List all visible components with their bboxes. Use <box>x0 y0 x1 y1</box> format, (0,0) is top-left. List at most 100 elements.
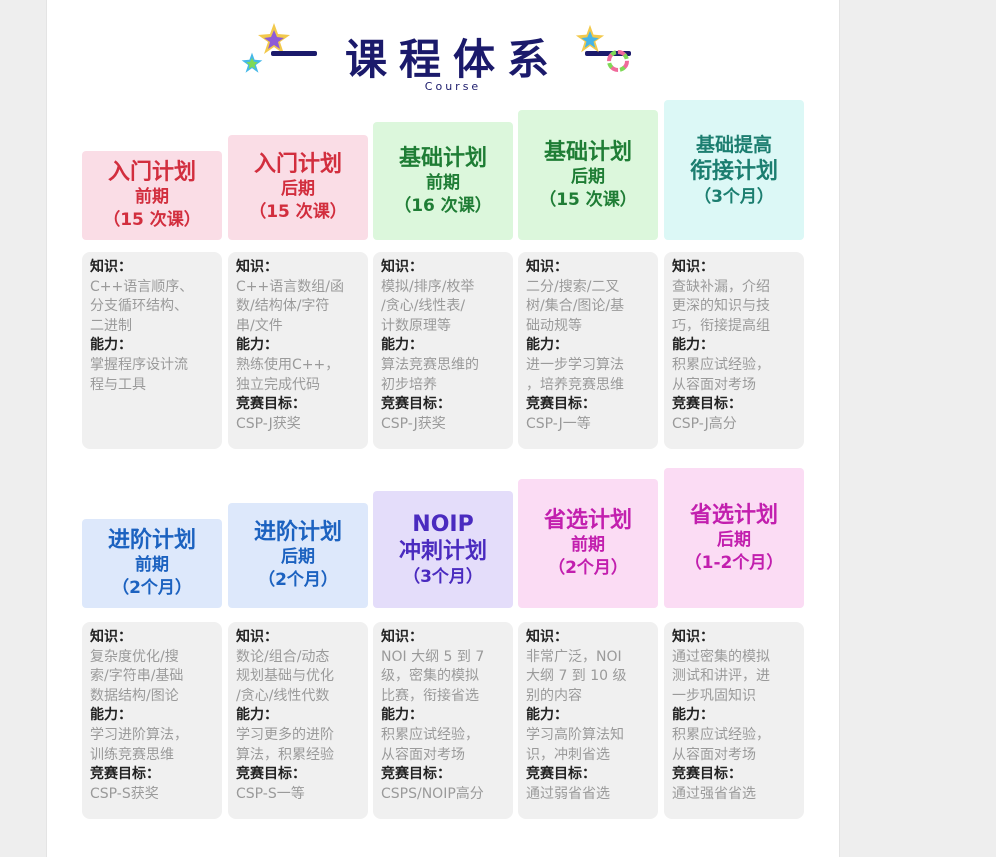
knowledge-line: 大纲 7 到 10 级 <box>526 668 627 685</box>
plan-card: 知识： C++语言顺序、 分支循环结构、 二进制 能力： 掌握程序设计流 程与工… <box>82 252 222 449</box>
goal-line: CSP-J获奖 <box>381 415 446 432</box>
page-title: 课程体系 <box>344 35 561 84</box>
goal-line: CSP-J高分 <box>672 415 737 432</box>
knowledge-line: 查缺补漏，介绍 <box>672 278 770 295</box>
plan-duration: （3个月） <box>403 566 483 587</box>
plan-title: 基础计划 <box>398 145 487 171</box>
ability-line: 从容面对考场 <box>672 746 756 763</box>
star-icon <box>241 52 263 73</box>
knowledge-label: 知识： <box>526 629 568 645</box>
plan-title: 进阶计划 <box>107 528 196 553</box>
ability-line: 学习高阶算法知 <box>526 726 624 743</box>
plan-card: 知识： 查缺补漏，介绍 更深的知识与技 巧，衔接提高组 能力： 积累应试经验， … <box>664 252 804 449</box>
plan-card: 知识： 数论/组合/动态 规划基础与优化 /贪心/线性代数 能力： 学习更多的进… <box>228 622 368 819</box>
plan-title: 进阶计划 <box>253 520 342 545</box>
knowledge-line: 测试和讲评，进 <box>672 668 770 685</box>
plan-phase: 后期 <box>281 179 315 199</box>
plan-phase: 前期 <box>426 172 460 193</box>
ability-label: 能力： <box>381 707 423 724</box>
goal-line: CSP-S一等 <box>236 785 305 802</box>
plan-card: 知识： NOI 大纲 5 到 7 级，密集的模拟 比赛，衔接省选 能力： 积累应… <box>373 622 513 819</box>
plan-tab: 基础计划 前期 （16 次课） <box>373 122 513 240</box>
header: 课程体系 Course <box>47 18 839 98</box>
knowledge-line: 串/文件 <box>236 317 283 334</box>
knowledge-line: 别的内容 <box>526 687 582 704</box>
goal-label: 竞赛目标： <box>381 766 451 783</box>
plan-tab: 基础提高 衔接计划 （3个月） <box>664 100 804 240</box>
knowledge-label: 知识： <box>672 259 714 275</box>
knowledge-line: 比赛，衔接省选 <box>381 687 479 704</box>
ability-line: 积累应试经验， <box>381 726 479 743</box>
title-dash-left <box>271 51 317 56</box>
knowledge-line: /贪心/线性代数 <box>236 687 330 704</box>
knowledge-line: 二分/搜索/二叉 <box>526 278 620 295</box>
knowledge-line: 规划基础与优化 <box>236 668 334 685</box>
plan-title: 省选计划 <box>543 508 632 533</box>
circle-icon <box>607 50 629 72</box>
plan-duration: （2个月） <box>112 578 192 598</box>
goal-label: 竞赛目标： <box>672 396 742 413</box>
plan-card: 知识： 模拟/排序/枚举 /贪心/线性表/ 计数原理等 能力： 算法竞赛思维的 … <box>373 252 513 449</box>
ability-line: 学习进阶算法， <box>90 726 188 743</box>
plan-card: 知识： 通过密集的模拟 测试和讲评，进 一步巩固知识 能力： 积累应试经验， 从… <box>664 622 804 819</box>
ability-line: 算法，积累经验 <box>236 746 334 763</box>
knowledge-label: 知识： <box>236 629 278 645</box>
knowledge-line: 础动规等 <box>526 317 582 334</box>
ability-line: 独立完成代码 <box>236 376 320 393</box>
ability-line: 学习更多的进阶 <box>236 726 334 743</box>
plan-card: 知识： 非常广泛，NOI 大纲 7 到 10 级 别的内容 能力： 学习高阶算法… <box>518 622 658 819</box>
ability-line: 积累应试经验， <box>672 356 770 373</box>
ability-label: 能力： <box>90 707 132 724</box>
plan-title: 省选计划 <box>689 502 778 528</box>
ability-label: 能力： <box>236 707 278 724</box>
goal-line: 通过弱省省选 <box>526 785 610 802</box>
plan-phase: 后期 <box>571 166 605 187</box>
goal-line: 通过强省省选 <box>672 785 756 802</box>
plan-phase: 前期 <box>135 187 169 207</box>
plan-tab: 省选计划 前期 （2个月） <box>518 479 658 608</box>
knowledge-line: C++语言数组/函 <box>236 278 344 295</box>
knowledge-line: 通过密集的模拟 <box>672 648 770 665</box>
knowledge-label: 知识： <box>90 629 132 645</box>
plan-tab: 省选计划 后期 （1-2个月） <box>664 468 804 608</box>
plan-tab: 进阶计划 后期 （2个月） <box>228 503 368 608</box>
plan-phase: 前期 <box>135 555 169 575</box>
plan-card: 知识： 二分/搜索/二叉 树/集合/图论/基 础动规等 能力： 进一步学习算法 … <box>518 252 658 449</box>
ability-line: 积累应试经验， <box>672 726 770 743</box>
goal-line: CSPS/NOIP高分 <box>381 785 484 802</box>
ability-label: 能力： <box>672 707 714 724</box>
page-subtitle: Course <box>424 80 482 93</box>
knowledge-line: 级，密集的模拟 <box>381 668 479 685</box>
knowledge-line: 数据结构/图论 <box>90 687 179 704</box>
knowledge-label: 知识： <box>236 259 278 275</box>
plan-tab: 基础计划 后期 （15 次课） <box>518 110 658 240</box>
ability-line: 识，冲刺省选 <box>526 746 610 763</box>
ability-label: 能力： <box>236 337 278 354</box>
ability-line: 从容面对考场 <box>381 746 465 763</box>
goal-line: CSP-J获奖 <box>236 415 301 432</box>
ability-label: 能力： <box>90 337 132 354</box>
goal-label: 竞赛目标： <box>526 396 596 413</box>
ability-line: 熟练使用C++， <box>236 356 340 373</box>
plan-title: 入门计划 <box>253 152 342 177</box>
ability-line: ，培养竞赛思维 <box>526 376 624 393</box>
ability-label: 能力： <box>672 337 714 354</box>
knowledge-line: 索/字符串/基础 <box>90 668 184 685</box>
ability-line: 算法竞赛思维的 <box>381 356 479 373</box>
knowledge-label: 知识： <box>526 259 568 275</box>
knowledge-line: NOI 大纲 5 到 7 <box>381 648 485 665</box>
plan-tab: 进阶计划 前期 （2个月） <box>82 519 222 608</box>
knowledge-line: 二进制 <box>90 317 132 334</box>
ability-line: 从容面对考场 <box>672 376 756 393</box>
plan-phase: 衔接计划 <box>689 158 778 184</box>
plan-phase: 后期 <box>717 529 751 550</box>
plan-phase: 后期 <box>281 547 315 567</box>
knowledge-line: 计数原理等 <box>381 317 451 334</box>
goal-label: 竞赛目标： <box>236 766 306 783</box>
plan-title: 基础计划 <box>543 139 632 165</box>
knowledge-label: 知识： <box>672 629 714 645</box>
plan-tab: 入门计划 后期 （15 次课） <box>228 135 368 240</box>
knowledge-line: 巧，衔接提高组 <box>672 317 770 334</box>
ability-label: 能力： <box>526 337 568 354</box>
plan-duration: （2个月） <box>548 558 628 578</box>
